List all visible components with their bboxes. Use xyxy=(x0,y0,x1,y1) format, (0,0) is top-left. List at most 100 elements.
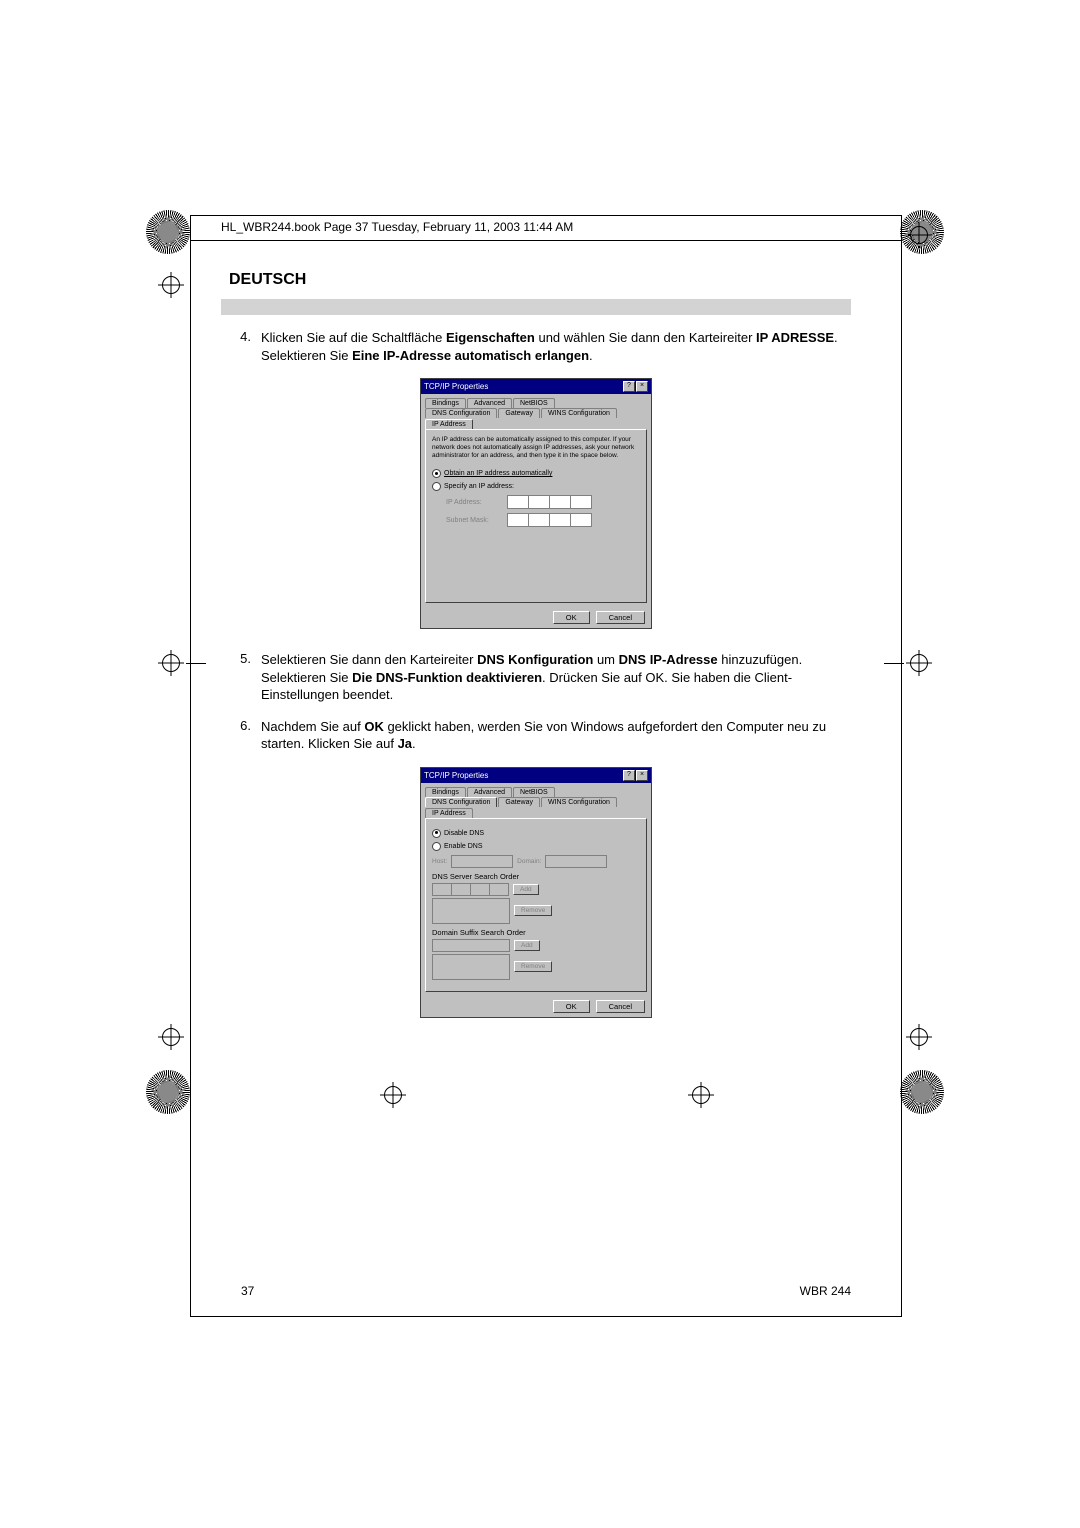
suffix-search-order-group: Domain Suffix Search Order Add Remove xyxy=(432,928,640,980)
registration-mark-icon xyxy=(906,222,932,248)
suffix-input[interactable] xyxy=(432,939,510,952)
tab-gateway[interactable]: Gateway xyxy=(498,408,540,418)
add-button[interactable]: Add xyxy=(514,940,540,951)
dns-search-order-group: DNS Server Search Order Add Remove xyxy=(432,872,640,924)
step-5: 5. Selektieren Sie dann den Karteireiter… xyxy=(221,651,851,704)
mask-input[interactable] xyxy=(507,513,592,527)
tab-wins[interactable]: WINS Configuration xyxy=(541,797,617,807)
host-domain-row: Host: Domain: xyxy=(432,855,640,868)
host-input[interactable] xyxy=(451,855,513,868)
ok-button[interactable]: OK xyxy=(553,1000,590,1013)
help-icon[interactable]: ? xyxy=(623,381,635,392)
steps-list: 5. Selektieren Sie dann den Karteireiter… xyxy=(221,651,851,753)
dialog-titlebar: TCP/IP Properties ? × xyxy=(421,379,651,394)
ip-address-row: IP Address: xyxy=(446,495,640,509)
window-buttons: ? × xyxy=(623,770,648,781)
section-bar xyxy=(221,299,851,315)
dialog-title: TCP/IP Properties xyxy=(424,382,488,391)
add-button[interactable]: Add xyxy=(513,884,539,895)
step-text: Klicken Sie auf die Schaltfläche Eigensc… xyxy=(261,329,851,364)
close-icon[interactable]: × xyxy=(636,381,648,392)
model-number: WBR 244 xyxy=(800,1284,851,1298)
tab-bindings[interactable]: Bindings xyxy=(425,398,466,408)
rosette-icon xyxy=(146,1070,190,1114)
radio-specify[interactable]: Specify an IP address: xyxy=(432,482,640,491)
registration-mark-icon xyxy=(906,650,932,676)
suffix-label: Domain Suffix Search Order xyxy=(432,928,640,937)
rosette-icon xyxy=(146,210,190,254)
dialog-screenshot-1: TCP/IP Properties ? × Bindings Advanced … xyxy=(221,378,851,629)
registration-mark-icon xyxy=(158,1024,184,1050)
dns-ip-input[interactable] xyxy=(432,883,509,896)
radio-enable-dns[interactable]: Enable DNS xyxy=(432,842,640,851)
step-number: 5. xyxy=(221,651,261,704)
dialog-screenshot-2: TCP/IP Properties ? × Bindings Advanced … xyxy=(221,767,851,1018)
close-icon[interactable]: × xyxy=(636,770,648,781)
step-4: 4. Klicken Sie auf die Schaltfläche Eige… xyxy=(221,329,851,364)
step-text: Selektieren Sie dann den Karteireiter DN… xyxy=(261,651,851,704)
dns-list[interactable] xyxy=(432,898,510,924)
remove-button[interactable]: Remove xyxy=(514,905,552,916)
page-content: DEUTSCH 4. Klicken Sie auf die Schaltflä… xyxy=(191,271,901,1018)
steps-list: 4. Klicken Sie auf die Schaltfläche Eige… xyxy=(221,329,851,364)
subnet-row: Subnet Mask: xyxy=(446,513,640,527)
dns-search-label: DNS Server Search Order xyxy=(432,872,640,881)
tab-row: Bindings Advanced NetBIOS xyxy=(421,783,651,797)
tab-row-2: DNS Configuration Gateway WINS Configura… xyxy=(421,408,651,429)
registration-mark-icon xyxy=(158,272,184,298)
tab-advanced[interactable]: Advanced xyxy=(467,787,512,797)
domain-input[interactable] xyxy=(545,855,607,868)
tab-ipaddress[interactable]: IP Address xyxy=(425,808,473,818)
step-number: 4. xyxy=(221,329,261,364)
tab-netbios[interactable]: NetBIOS xyxy=(513,398,555,408)
radio-icon xyxy=(432,482,441,491)
ip-input[interactable] xyxy=(507,495,592,509)
window-buttons: ? × xyxy=(623,381,648,392)
suffix-list[interactable] xyxy=(432,954,510,980)
tab-dns[interactable]: DNS Configuration xyxy=(425,797,497,807)
dialog-buttons: OK Cancel xyxy=(421,607,651,628)
running-header: HL_WBR244.book Page 37 Tuesday, February… xyxy=(191,216,901,241)
section-title: DEUTSCH xyxy=(229,271,851,289)
tab-wins[interactable]: WINS Configuration xyxy=(541,408,617,418)
tab-bindings[interactable]: Bindings xyxy=(425,787,466,797)
ok-button[interactable]: OK xyxy=(553,611,590,624)
radio-disable-dns[interactable]: Disable DNS xyxy=(432,829,640,838)
step-number: 6. xyxy=(221,718,261,753)
tab-panel: An IP address can be automatically assig… xyxy=(425,429,647,603)
radio-icon xyxy=(432,842,441,851)
tcpip-properties-dialog-dns: TCP/IP Properties ? × Bindings Advanced … xyxy=(420,767,652,1018)
tab-dns[interactable]: DNS Configuration xyxy=(425,408,497,418)
radio-icon xyxy=(432,469,441,478)
dialog-buttons: OK Cancel xyxy=(421,996,651,1017)
domain-label: Domain: xyxy=(517,858,541,865)
radio-icon xyxy=(432,829,441,838)
dialog-title: TCP/IP Properties xyxy=(424,771,488,780)
dialog-titlebar: TCP/IP Properties ? × xyxy=(421,768,651,783)
step-text: Nachdem Sie auf OK geklickt haben, werde… xyxy=(261,718,851,753)
radio-obtain-auto[interactable]: Obtain an IP address automatically xyxy=(432,469,640,478)
mask-label: Subnet Mask: xyxy=(446,517,501,524)
cancel-button[interactable]: Cancel xyxy=(596,611,645,624)
step-6: 6. Nachdem Sie auf OK geklickt haben, we… xyxy=(221,718,851,753)
ip-label: IP Address: xyxy=(446,499,501,506)
tab-ipaddress[interactable]: IP Address xyxy=(425,419,473,429)
registration-mark-icon xyxy=(906,1024,932,1050)
tab-advanced[interactable]: Advanced xyxy=(467,398,512,408)
page-footer: 37 WBR 244 xyxy=(241,1284,851,1298)
registration-mark-icon xyxy=(158,650,184,676)
tab-netbios[interactable]: NetBIOS xyxy=(513,787,555,797)
tcpip-properties-dialog: TCP/IP Properties ? × Bindings Advanced … xyxy=(420,378,652,629)
page-frame: HL_WBR244.book Page 37 Tuesday, February… xyxy=(190,215,902,1317)
help-icon[interactable]: ? xyxy=(623,770,635,781)
tab-row-2: DNS Configuration Gateway WINS Configura… xyxy=(421,797,651,818)
host-label: Host: xyxy=(432,858,447,865)
rosette-icon xyxy=(900,1070,944,1114)
page-number: 37 xyxy=(241,1284,254,1298)
tab-panel: Disable DNS Enable DNS Host: Domain: DNS… xyxy=(425,818,647,992)
panel-description: An IP address can be automatically assig… xyxy=(432,436,640,459)
tab-gateway[interactable]: Gateway xyxy=(498,797,540,807)
tab-row: Bindings Advanced NetBIOS xyxy=(421,394,651,408)
cancel-button[interactable]: Cancel xyxy=(596,1000,645,1013)
remove-button[interactable]: Remove xyxy=(514,961,552,972)
